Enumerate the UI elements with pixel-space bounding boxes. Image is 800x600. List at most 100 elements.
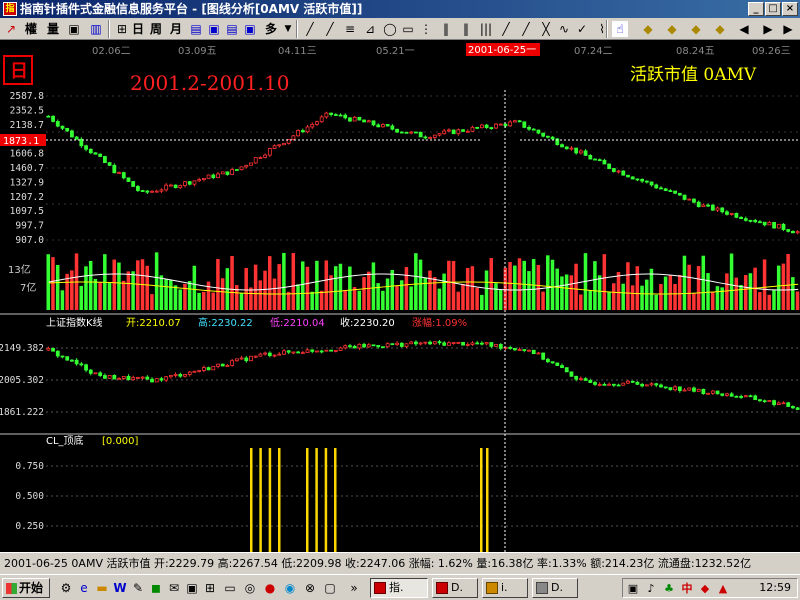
quicklaunch-icon[interactable]: ◎ <box>242 580 258 596</box>
status-text: 2001-06-25 0AMV 活跃市值 开:2229.79 高:2267.54… <box>4 557 752 570</box>
word-icon[interactable]: W <box>112 580 128 596</box>
app-window: 指 指南针插件式金融信息服务平台 - [图线分析[0AMV 活跃市值]] _ □… <box>0 0 800 600</box>
quicklaunch-icon[interactable]: ▭ <box>222 580 238 596</box>
task-button[interactable]: D. <box>432 578 478 598</box>
tray-icon[interactable]: ▲ <box>715 581 731 597</box>
amv-candle-body <box>583 150 588 156</box>
folder-icon[interactable]: ▬ <box>94 580 110 596</box>
period-lines-icon[interactable]: ‖ <box>458 21 474 37</box>
volume-bar <box>395 285 399 310</box>
amv-candle-body <box>329 112 334 115</box>
line-tool-icon[interactable]: ╱ <box>518 21 534 37</box>
chart-area[interactable]: 02.06二 03.09五 04.11三 05.21一 2001-06-25一 … <box>0 40 800 552</box>
bar-chart-icon[interactable]: ▥ <box>88 21 104 37</box>
maximize-button[interactable]: □ <box>765 2 781 16</box>
period-month-button[interactable]: 月 <box>168 20 184 38</box>
index-candle-body <box>305 349 310 354</box>
lock-icon[interactable]: ▣ <box>66 21 82 37</box>
separator <box>296 20 298 38</box>
window-icon[interactable]: ▣ <box>206 21 222 37</box>
quicklaunch-icon[interactable]: ✎ <box>130 580 146 596</box>
line-tool-icon[interactable]: ╱ <box>322 21 338 37</box>
rectangle-tool-icon[interactable]: ▭ <box>400 21 416 37</box>
minimize-button[interactable]: _ <box>748 2 764 16</box>
quicklaunch-icon[interactable]: ● <box>262 580 278 596</box>
volume-icon[interactable]: ♪ <box>643 581 659 597</box>
cross-line-icon[interactable]: ╳ <box>538 21 554 37</box>
index-candle-body <box>588 380 593 383</box>
fan-lines-icon[interactable]: ⊿ <box>362 21 378 37</box>
grid-icon[interactable]: ⊞ <box>114 21 130 37</box>
chevron-icon[interactable]: » <box>346 580 362 596</box>
volume-bar <box>244 267 248 310</box>
arrow-right-icon[interactable]: ▶ <box>760 21 776 37</box>
quicklaunch-icon[interactable]: ⊞ <box>202 580 218 596</box>
quicklaunch-icon[interactable]: ⚙ <box>58 580 74 596</box>
window-icon[interactable]: ▤ <box>224 21 240 37</box>
volume-bar <box>758 292 762 310</box>
diamond-icon[interactable]: ◆ <box>688 21 704 37</box>
amv-candle-body <box>366 120 371 123</box>
task-label: D. <box>551 581 563 594</box>
quicklaunch-icon[interactable]: ▢ <box>322 580 338 596</box>
amv-candle-body <box>409 131 414 134</box>
right-toggle[interactable]: 權 <box>22 20 40 38</box>
index-candle-body <box>404 343 409 347</box>
window-title: 指南针插件式金融信息服务平台 - [图线分析[0AMV 活跃市值]] <box>20 2 363 16</box>
window-icon[interactable]: ▣ <box>242 21 258 37</box>
toolbar: ↗ 權 量 ▣ ▥ ⊞ 日 周 月 ▤ ▣ ▤ ▣ 多 ▼ ╱ ╱ ≡ ⊿ ◯ … <box>0 18 800 40</box>
quicklaunch-icon[interactable]: ◉ <box>282 580 298 596</box>
windows-logo-icon <box>6 583 17 594</box>
app-icon[interactable]: 指 <box>3 2 17 16</box>
task-button[interactable]: 指. <box>370 578 428 598</box>
parallel-lines-icon[interactable]: ≡ <box>342 21 358 37</box>
arrow-right-icon[interactable]: ▶ <box>780 21 796 37</box>
wave-icon[interactable]: ∿ <box>556 21 572 37</box>
index-candle-body <box>192 370 197 373</box>
volume-bar <box>484 270 489 310</box>
diamond-icon[interactable]: ◆ <box>664 21 680 37</box>
bars-icon[interactable]: ⋮ <box>418 21 434 37</box>
quicklaunch-icon[interactable]: ▣ <box>184 580 200 596</box>
pointer-icon[interactable]: ☝ <box>612 21 628 37</box>
line-tool-icon[interactable]: ╱ <box>302 21 318 37</box>
task-button[interactable]: D. <box>532 578 578 598</box>
window-icon[interactable]: ▤ <box>188 21 204 37</box>
quicklaunch-icon[interactable]: ⊗ <box>302 580 318 596</box>
index-candle-body <box>343 345 348 349</box>
task-button[interactable]: i. <box>482 578 528 598</box>
start-button[interactable]: 开始 <box>2 578 50 598</box>
volume-bar <box>357 290 362 310</box>
tray-icon[interactable]: ♣ <box>661 581 677 597</box>
check-icon[interactable]: ✓ <box>574 21 590 37</box>
diamond-icon[interactable]: ◆ <box>712 21 728 37</box>
ellipse-tool-icon[interactable]: ◯ <box>382 21 398 37</box>
tray-icon[interactable]: ▣ <box>625 581 641 597</box>
title-bar[interactable]: 指 指南针插件式金融信息服务平台 - [图线分析[0AMV 活跃市值]] _ □… <box>0 0 800 18</box>
index-candle-body <box>121 375 126 379</box>
amv-candle-body <box>560 144 564 148</box>
arrow-left-icon[interactable]: ◀ <box>736 21 752 37</box>
amv-candle-body <box>602 159 607 165</box>
period-lines-icon[interactable]: ‖ <box>438 21 454 37</box>
period-lines-icon[interactable]: ||| <box>478 21 494 37</box>
ime-indicator[interactable]: 中 <box>679 581 695 597</box>
chevron-down-icon[interactable]: ▼ <box>280 21 296 37</box>
volume-toggle[interactable]: 量 <box>44 20 62 38</box>
volume-bar <box>555 268 559 310</box>
arrow-icon[interactable]: ↗ <box>3 21 19 37</box>
volume-bar <box>451 260 456 310</box>
price-axis: 2587.82352.52138.71873.11606.81460.71327… <box>10 91 45 246</box>
quicklaunch-icon[interactable]: ◼ <box>148 580 164 596</box>
tray-icon[interactable]: ◆ <box>697 581 713 597</box>
volume-bar <box>550 259 555 310</box>
line-tool-icon[interactable]: ╱ <box>498 21 514 37</box>
index-candle-body <box>385 343 390 348</box>
multi-button[interactable]: 多 <box>262 20 280 38</box>
period-day-button[interactable]: 日 <box>130 20 146 38</box>
quicklaunch-icon[interactable]: e <box>76 580 92 596</box>
diamond-icon[interactable]: ◆ <box>640 21 656 37</box>
quicklaunch-icon[interactable]: ✉ <box>166 580 182 596</box>
close-button[interactable]: × <box>782 2 798 16</box>
period-week-button[interactable]: 周 <box>148 20 164 38</box>
